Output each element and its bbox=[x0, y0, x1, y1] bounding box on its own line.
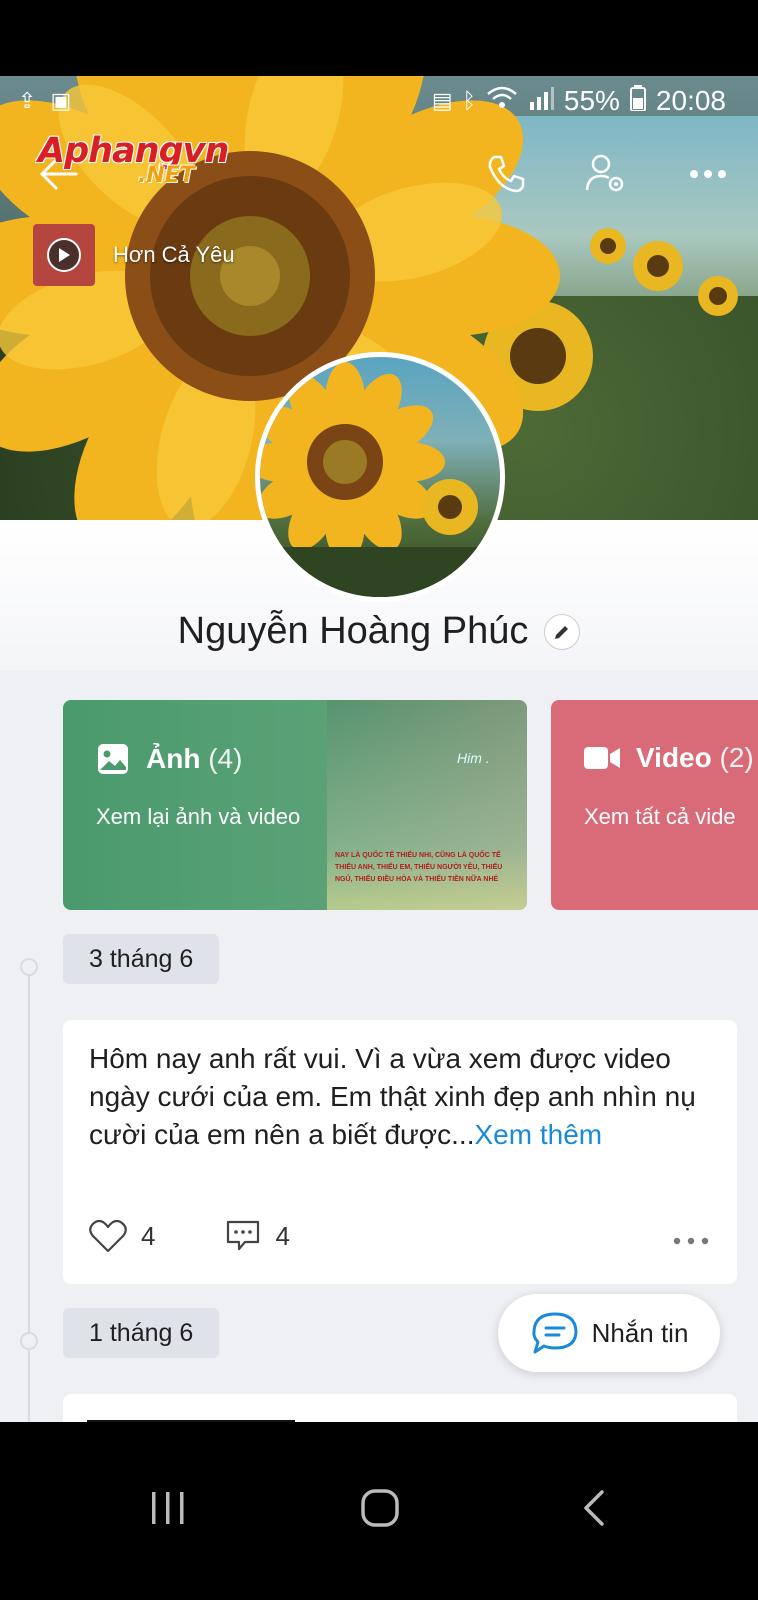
image-icon bbox=[98, 744, 128, 774]
system-back-button[interactable] bbox=[564, 1478, 624, 1538]
wifi-icon bbox=[486, 86, 518, 116]
videos-card-count: (2) bbox=[719, 742, 754, 773]
videos-card-title: Video bbox=[636, 742, 712, 773]
timeline-post[interactable] bbox=[63, 1394, 737, 1422]
home-icon bbox=[361, 1489, 399, 1527]
photos-card-title: Ảnh bbox=[146, 743, 201, 774]
more-icon bbox=[673, 1237, 709, 1244]
play-icon[interactable] bbox=[47, 238, 81, 272]
comment-button[interactable]: 4 bbox=[225, 1219, 290, 1253]
top-black-bar bbox=[0, 0, 758, 76]
chat-bubble-icon bbox=[531, 1312, 578, 1354]
comment-count: 4 bbox=[275, 1220, 290, 1251]
videos-card[interactable]: Video (2) Xem tất cả vide bbox=[551, 700, 758, 910]
post-body: Hôm nay anh rất vui. Vì a vừa xem được v… bbox=[89, 1043, 696, 1150]
profile-name: Nguyễn Hoàng Phúc bbox=[177, 610, 529, 652]
send-message-button[interactable]: Nhắn tin bbox=[498, 1294, 720, 1372]
heart-icon bbox=[89, 1219, 127, 1253]
profile-music[interactable]: Hơn Cả Yêu bbox=[33, 224, 235, 286]
battery-percent: 55% bbox=[563, 85, 620, 116]
profile-screen: ⇪ ▣ ▤ ᛒ 55% 20:08 Hơn Cả Yêu Aphangvn .N… bbox=[0, 76, 758, 1422]
photo-preview-text: Him . bbox=[457, 750, 490, 766]
chevron-left-icon bbox=[584, 1490, 604, 1526]
status-bar: ⇪ ▣ ▤ ᛒ 55% 20:08 bbox=[0, 76, 758, 126]
avatar-sunflower bbox=[260, 362, 500, 597]
timeline-dot bbox=[20, 958, 38, 976]
recent-apps-icon bbox=[152, 1492, 184, 1524]
recent-apps-button[interactable] bbox=[138, 1478, 198, 1538]
videos-card-subtitle: Xem tất cả vide bbox=[584, 804, 736, 829]
profile-name-row: Nguyễn Hoàng Phúc bbox=[0, 610, 758, 653]
more-options-button[interactable] bbox=[680, 146, 736, 202]
photos-card-count: (4) bbox=[208, 743, 243, 774]
photo-preview-caption: NAY LÀ QUỐC TẾ THIẾU NHI, CŨNG LÀ QUỐC T… bbox=[335, 852, 503, 883]
like-count: 4 bbox=[141, 1220, 156, 1251]
call-button[interactable] bbox=[478, 146, 534, 202]
send-message-label: Nhắn tin bbox=[591, 1317, 689, 1348]
edit-name-button[interactable] bbox=[544, 613, 581, 650]
post-text: Hôm nay anh rất vui. Vì a vừa xem được v… bbox=[89, 1040, 709, 1154]
clock: 20:08 bbox=[655, 85, 726, 116]
timeline-date: 3 tháng 6 bbox=[63, 934, 220, 984]
signal-icon bbox=[528, 86, 554, 116]
phone-icon bbox=[488, 155, 525, 193]
timeline-dot bbox=[20, 1332, 38, 1350]
post-more-button[interactable] bbox=[673, 1221, 709, 1252]
timeline-date: 1 tháng 6 bbox=[63, 1308, 220, 1358]
music-title: Hơn Cả Yêu bbox=[113, 242, 235, 267]
photo-preview: Him . NAY LÀ QUỐC TẾ THIẾU NHI, CŨNG LÀ … bbox=[327, 700, 527, 910]
user-settings-icon bbox=[585, 154, 624, 192]
comment-icon bbox=[227, 1220, 260, 1251]
photos-card[interactable]: Him . NAY LÀ QUỐC TẾ THIẾU NHI, CŨNG LÀ … bbox=[63, 700, 527, 910]
music-thumbnail bbox=[33, 224, 95, 286]
video-camera-icon bbox=[584, 747, 620, 769]
notification-icon: ▣ bbox=[50, 88, 72, 113]
upload-icon: ⇪ bbox=[18, 88, 37, 113]
battery-icon bbox=[629, 85, 646, 117]
site-watermark: Aphangvn .NET bbox=[38, 131, 229, 187]
post-actions: 4 4 bbox=[89, 1216, 709, 1256]
profile-settings-button[interactable] bbox=[578, 146, 634, 202]
battery-saver-icon: ▤ bbox=[431, 88, 453, 113]
photos-card-subtitle: Xem lại ảnh và video bbox=[96, 804, 301, 829]
system-navigation-bar bbox=[0, 1422, 758, 1600]
timeline-line bbox=[28, 971, 30, 1422]
more-icon bbox=[690, 170, 726, 178]
home-button[interactable] bbox=[350, 1478, 410, 1538]
like-button[interactable]: 4 bbox=[89, 1219, 155, 1253]
avatar[interactable] bbox=[255, 352, 505, 602]
pencil-icon bbox=[555, 625, 569, 639]
timeline-post[interactable]: Hôm nay anh rất vui. Vì a vừa xem được v… bbox=[63, 1020, 737, 1284]
bluetooth-icon: ᛒ bbox=[462, 88, 476, 113]
watermark-line1: Aphangvn bbox=[38, 131, 229, 171]
see-more-link[interactable]: Xem thêm bbox=[475, 1119, 603, 1150]
